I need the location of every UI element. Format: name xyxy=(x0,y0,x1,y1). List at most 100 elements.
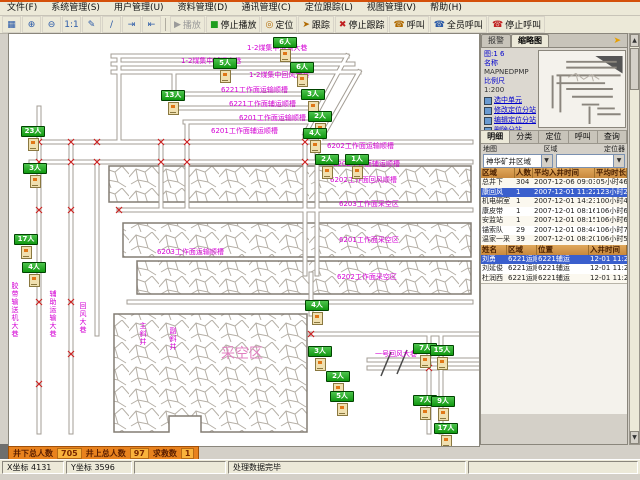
station-badge[interactable]: 4人 xyxy=(305,300,329,325)
station-badge[interactable]: 23人 xyxy=(21,126,45,151)
menu-item[interactable]: 定位跟踪(L) xyxy=(298,2,360,15)
table-row[interactable]: 刘延俊6221运顺6221辅运12-01 11:22 至 xyxy=(481,264,627,274)
area-select[interactable]: 神华矿井区域 ▼ xyxy=(483,154,553,168)
locator-select[interactable]: ▼ xyxy=(556,154,626,168)
tunnel-label: 6201工作面辅运顺槽 xyxy=(211,127,278,135)
reader-station-icon xyxy=(352,166,363,179)
table-row[interactable]: 温家一采392007-12-01 08:20:21106小时5分 xyxy=(481,235,627,245)
sidebar-scrollbar[interactable]: ▲ ▼ xyxy=(629,33,640,445)
column-header[interactable]: 入井时间 xyxy=(589,245,627,255)
chevron-down-icon[interactable]: ▼ xyxy=(613,155,624,167)
thumbnail-map[interactable] xyxy=(538,50,626,128)
zoom-out-icon[interactable]: ⊖ xyxy=(42,16,61,33)
person-count-label: 3人 xyxy=(301,89,325,100)
draw-pen-icon[interactable]: ✎ xyxy=(82,16,101,33)
toolbar-button-label: 播放 xyxy=(183,18,201,31)
column-header[interactable]: 平均时长 xyxy=(595,168,627,178)
stop-call-button[interactable]: ☎停止呼叫 xyxy=(488,16,545,33)
person-count-label: 23人 xyxy=(21,126,45,137)
toolbar-button-label: 停止播放 xyxy=(220,18,256,31)
menu-item[interactable]: 资料管理(D) xyxy=(171,2,235,15)
person-count-label: 3人 xyxy=(23,163,47,174)
station-badge[interactable]: 1人 xyxy=(345,154,369,179)
table-row[interactable]: 锚索队292007-12-01 08:44:41106小时7分 xyxy=(481,226,627,236)
scroll-thumb[interactable] xyxy=(630,48,639,90)
station-badge[interactable]: 17人 xyxy=(14,234,38,259)
tab-detail[interactable]: 明细 xyxy=(481,131,510,143)
tab-thumbnail[interactable]: 缩略图 xyxy=(511,34,549,47)
table-row[interactable]: 康皮带12007-12-01 08:16:22106小时6分 xyxy=(481,207,627,217)
locator-filter-label: 定位器 xyxy=(604,144,625,153)
menu-item[interactable]: 视图管理(V) xyxy=(360,2,423,15)
station-badge[interactable]: 6人 xyxy=(273,37,297,62)
zoom-actual-icon[interactable]: 1:1 xyxy=(62,16,81,33)
station-badge[interactable]: 4人 xyxy=(22,262,46,287)
table-row[interactable]: 机电硐室12007-12-01 14:23:28100小时42分 xyxy=(481,197,627,207)
mine-map-canvas[interactable]: 1-2煤集中运输大巷1-2煤集中辅运大巷1-2煤集中回风大巷6221工作面运输顺… xyxy=(8,33,480,447)
tunnel-label: 6202工作面采空区 xyxy=(337,273,397,281)
column-header[interactable]: 姓名 xyxy=(481,245,507,255)
measure-icon[interactable]: ∕ xyxy=(102,16,121,33)
info-action-link[interactable]: 选中单元 xyxy=(484,96,536,105)
tab-detail[interactable]: 分类 xyxy=(510,131,539,143)
station-badge[interactable]: 3人 xyxy=(308,346,332,371)
export-map-icon[interactable]: ⇤ xyxy=(142,16,161,33)
table-cell: 2007-12-01 08:44:41 xyxy=(533,226,595,236)
station-badge[interactable]: 4人 xyxy=(303,128,327,153)
menu-item[interactable]: 帮助(H) xyxy=(423,2,469,15)
station-badge[interactable]: 5人 xyxy=(330,391,354,416)
table-cell: 106小时6分 xyxy=(595,216,627,226)
column-header[interactable]: 位置 xyxy=(537,245,589,255)
info-action-link[interactable]: 修改定位分站 xyxy=(484,106,536,115)
station-badge[interactable]: 9人 xyxy=(431,396,455,421)
fit-view-icon[interactable]: ▦ xyxy=(2,16,21,33)
info-action-link[interactable]: 删除分站 xyxy=(484,126,536,130)
tab-alarm[interactable]: 报警 xyxy=(481,34,511,47)
call-button[interactable]: ☎呼叫 xyxy=(389,16,428,33)
station-badge[interactable]: 6人 xyxy=(290,62,314,87)
info-action-link[interactable]: 编辑定位分站 xyxy=(484,116,536,125)
menu-item[interactable]: 通讯管理(C) xyxy=(235,2,298,15)
play-button: ▶播放 xyxy=(170,16,205,33)
scroll-up-icon[interactable]: ▲ xyxy=(630,34,639,47)
column-header[interactable]: 人数 xyxy=(515,168,533,178)
table-cell: 杜润西 xyxy=(481,274,507,284)
table-cell: 2007-12-01 08:20:21 xyxy=(533,235,595,245)
table-row[interactable]: 总井下3042007-12-06 09:03:4805小时46分 xyxy=(481,178,627,188)
tab-detail[interactable]: 呼叫 xyxy=(569,131,598,143)
column-header[interactable]: 区域 xyxy=(481,168,515,178)
locate-button[interactable]: ◎定位 xyxy=(261,16,297,33)
table-row[interactable]: 刘勇6221运顺6221辅运12-01 11:22 至 xyxy=(481,255,627,265)
track-button[interactable]: ➤跟踪 xyxy=(298,16,334,33)
info-action-label: 选中单元 xyxy=(494,96,522,105)
station-badge[interactable]: 17人 xyxy=(434,423,458,447)
station-badge[interactable]: 15人 xyxy=(430,345,454,370)
table-cell: 1 xyxy=(515,216,533,226)
column-header[interactable]: 区域 xyxy=(507,245,537,255)
table-row[interactable]: 安监站12007-12-01 08:15:22106小时6分 xyxy=(481,216,627,226)
map-info-fields: 图:1 6 名称 MAPNEDPMP 比例尺 1:200 选中单元修改定位分站编… xyxy=(481,48,537,130)
menu-item[interactable]: 文件(F) xyxy=(0,2,44,15)
pin-arrow-icon[interactable]: ➤ xyxy=(613,35,621,47)
table-row[interactable]: 杜润西6221运顺6221辅运12-01 11:23 至 xyxy=(481,274,627,284)
table-row[interactable]: 康回风12007-12-01 11:22:06123小时29分 xyxy=(481,188,627,198)
menu-item[interactable]: 系统管理(S) xyxy=(44,2,107,15)
station-badge[interactable]: 3人 xyxy=(23,163,47,188)
import-map-icon[interactable]: ⇥ xyxy=(122,16,141,33)
y-coordinate-field: Y坐标 3596 xyxy=(66,461,132,474)
stop-track-button[interactable]: ✖停止跟踪 xyxy=(335,16,389,33)
table-cell: 2007-12-01 08:15:22 xyxy=(533,216,595,226)
column-header[interactable]: 平均入井时间 xyxy=(533,168,595,178)
chevron-down-icon[interactable]: ▼ xyxy=(541,155,552,167)
stop-play-button[interactable]: ■停止播放 xyxy=(206,16,261,33)
zoom-in-icon[interactable]: ⊕ xyxy=(22,16,41,33)
station-badge[interactable]: 13人 xyxy=(161,90,185,115)
station-badge[interactable]: 2人 xyxy=(315,154,339,179)
station-badge[interactable]: 5人 xyxy=(213,58,237,83)
call-all-button[interactable]: ☎全员呼叫 xyxy=(430,16,487,33)
scroll-down-icon[interactable]: ▼ xyxy=(630,431,639,444)
tab-detail[interactable]: 定位 xyxy=(539,131,568,143)
menu-item[interactable]: 用户管理(U) xyxy=(107,2,171,15)
area-select-value: 神华矿井区域 xyxy=(484,156,541,167)
tab-detail[interactable]: 查询 xyxy=(598,131,627,143)
